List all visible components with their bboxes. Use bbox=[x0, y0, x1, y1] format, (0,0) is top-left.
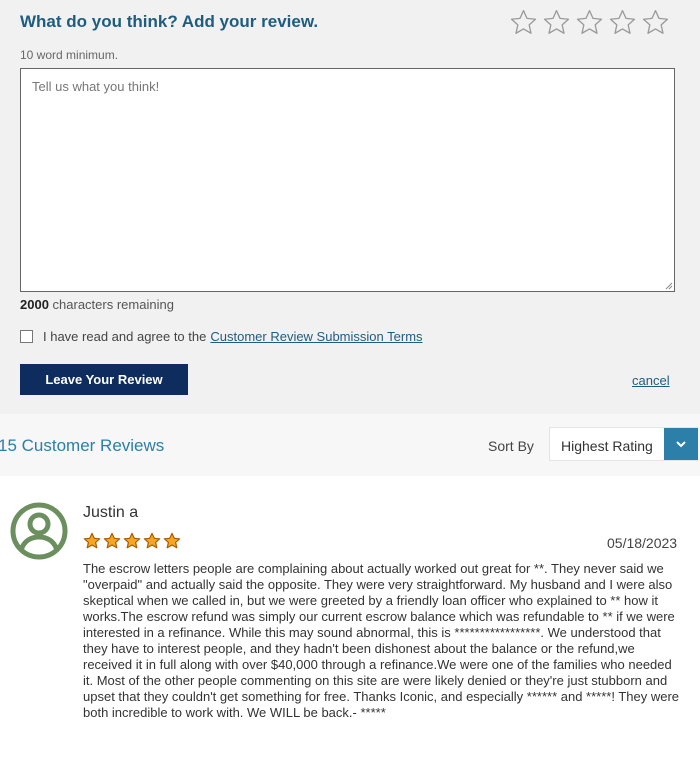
chars-remaining-suffix: characters remaining bbox=[48, 297, 174, 312]
chars-remaining-count: 2000 bbox=[20, 297, 49, 312]
star-outline-icon[interactable] bbox=[542, 8, 571, 37]
review-card: Justin a 05/18/2023 The escrow letters p… bbox=[0, 476, 700, 760]
star-outline-icon[interactable] bbox=[641, 8, 670, 37]
review-rating bbox=[83, 532, 181, 550]
terms-text: I have read and agree to the bbox=[43, 329, 207, 344]
star-outline-icon[interactable] bbox=[575, 8, 604, 37]
sort-label: Sort By bbox=[488, 438, 534, 454]
reviewer-name: Justin a bbox=[83, 504, 139, 521]
star-filled-icon bbox=[163, 532, 181, 550]
review-count: 15 Customer Reviews bbox=[0, 436, 165, 455]
terms-agreement: I have read and agree to the Customer Re… bbox=[20, 329, 423, 344]
star-filled-icon bbox=[143, 532, 161, 550]
star-filled-icon bbox=[103, 532, 121, 550]
review-textarea[interactable] bbox=[21, 69, 674, 291]
review-textarea-container bbox=[20, 68, 675, 292]
star-filled-icon bbox=[123, 532, 141, 550]
sort-dropdown[interactable]: Highest Rating bbox=[549, 427, 698, 461]
review-form-title: What do you think? Add your review. bbox=[20, 12, 319, 31]
review-form: What do you think? Add your review. 10 w… bbox=[0, 0, 700, 414]
chars-remaining: 2000 characters remaining bbox=[20, 297, 174, 312]
review-date: 05/18/2023 bbox=[607, 535, 678, 551]
leave-review-button[interactable]: Leave Your Review bbox=[20, 364, 188, 395]
resize-grip-icon[interactable] bbox=[665, 282, 673, 290]
sort-value: Highest Rating bbox=[561, 438, 653, 454]
star-rating-input bbox=[509, 8, 670, 37]
terms-checkbox[interactable] bbox=[20, 330, 33, 343]
star-outline-icon[interactable] bbox=[509, 8, 538, 37]
review-body: The escrow letters people are complainin… bbox=[83, 561, 680, 720]
avatar-icon bbox=[10, 502, 68, 560]
reviews-header: 15 Customer Reviews Sort By Highest Rati… bbox=[0, 414, 700, 476]
star-filled-icon bbox=[83, 532, 101, 550]
star-outline-icon[interactable] bbox=[608, 8, 637, 37]
terms-link[interactable]: Customer Review Submission Terms bbox=[210, 329, 422, 344]
chevron-down-icon[interactable] bbox=[664, 428, 698, 460]
min-words-hint: 10 word minimum. bbox=[20, 48, 119, 62]
cancel-link[interactable]: cancel bbox=[632, 373, 670, 388]
